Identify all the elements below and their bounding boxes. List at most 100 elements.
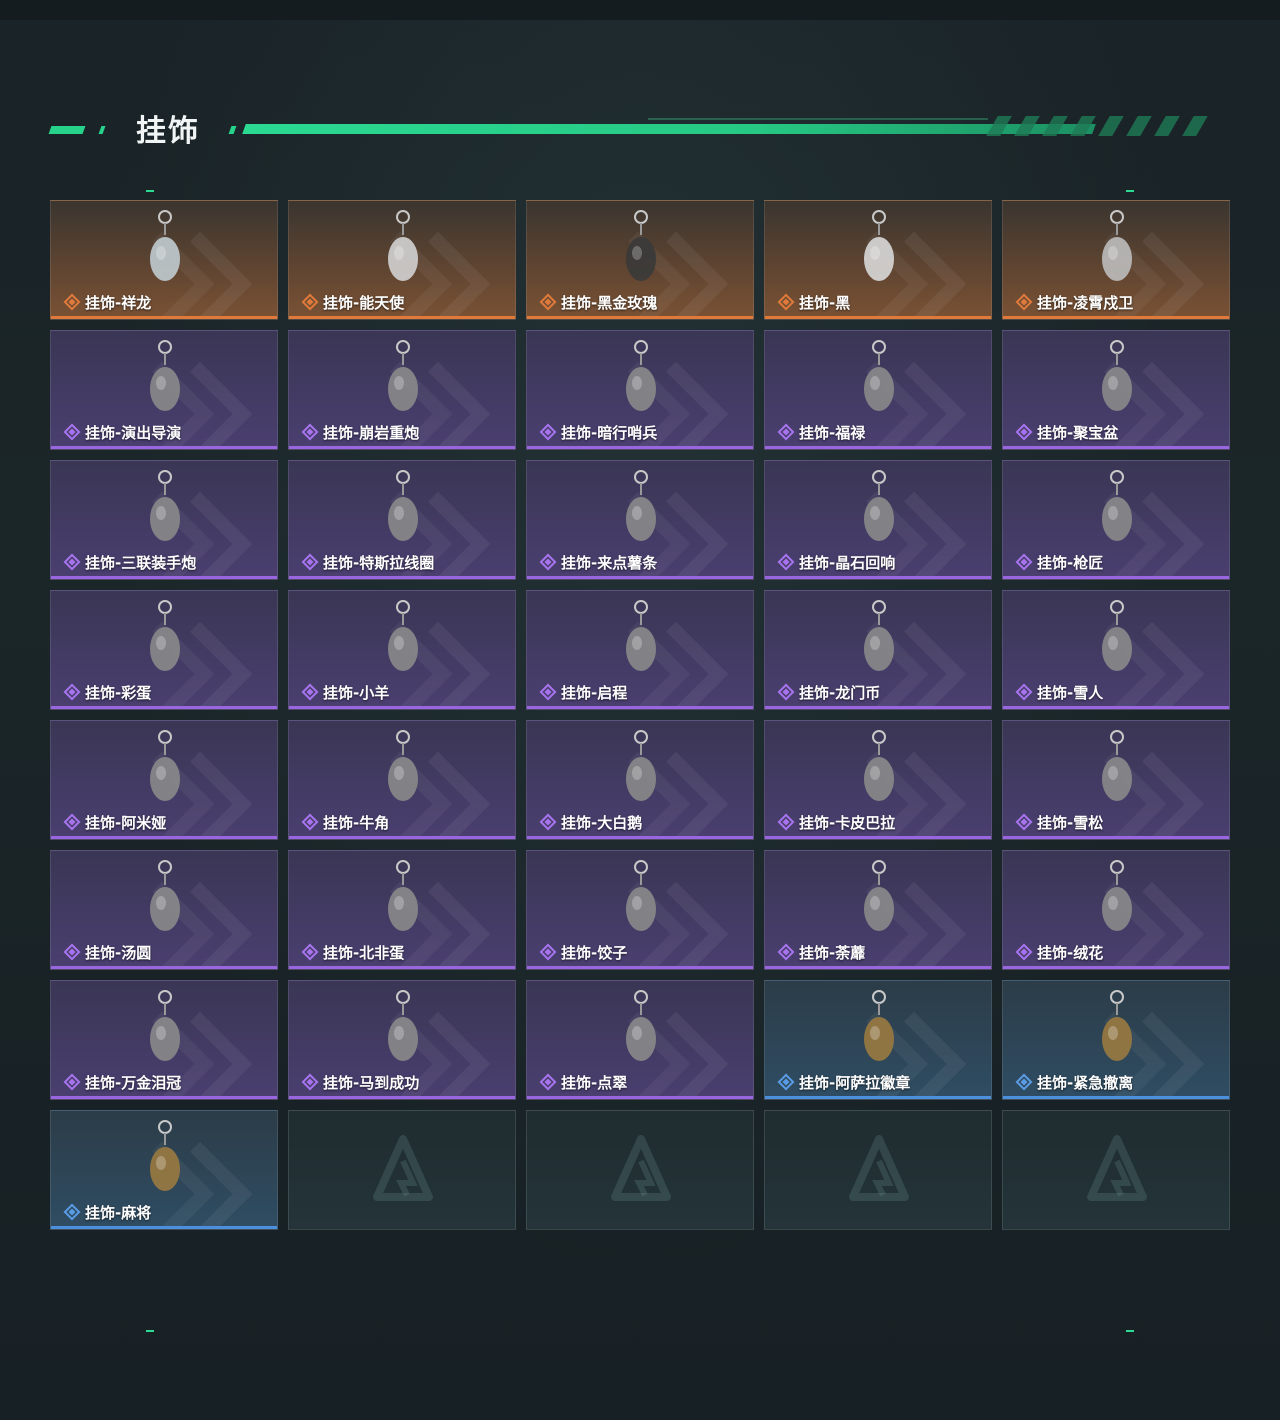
charm-card[interactable]: 挂饰-汤圆 (50, 850, 278, 970)
corner-tick (146, 1330, 154, 1332)
charm-card[interactable]: 挂饰-龙门币 (764, 590, 992, 710)
charm-card[interactable]: 挂饰-聚宝盆 (1002, 330, 1230, 450)
skull-charm-icon (1097, 987, 1137, 1071)
rarity-purple-icon (1015, 813, 1033, 831)
charm-card[interactable]: 挂饰-阿米娅 (50, 720, 278, 840)
charm-label: 挂饰-龙门币 (799, 684, 881, 702)
charm-card[interactable]: 挂饰-阿萨拉徽章 (764, 980, 992, 1100)
charm-card[interactable]: 挂饰-黑 (764, 200, 992, 320)
snowman-charm-icon (1097, 597, 1137, 681)
header-checker-pattern (986, 116, 1208, 136)
rarity-purple-icon (63, 553, 81, 571)
charm-card[interactable]: 挂饰-紧急撤离 (1002, 980, 1230, 1100)
rarity-bar (765, 966, 991, 969)
rose-charm-icon (621, 207, 661, 291)
gunsmith-charm-icon (1097, 467, 1137, 551)
charm-label: 挂饰-饺子 (561, 944, 628, 962)
rarity-bar (51, 1096, 277, 1099)
charm-card[interactable]: 挂饰-来点薯条 (526, 460, 754, 580)
charm-card[interactable]: 挂饰-小羊 (288, 590, 516, 710)
charm-label: 挂饰-点翠 (561, 1074, 628, 1092)
rarity-bar (51, 836, 277, 839)
rarity-bar (289, 576, 515, 579)
charm-card[interactable]: 挂饰-晶石回响 (764, 460, 992, 580)
section-title: 挂饰 (136, 114, 200, 149)
rarity-purple-icon (301, 813, 319, 831)
charm-label: 挂饰-崩岩重炮 (323, 424, 420, 442)
tree-charm-icon (1097, 727, 1137, 811)
charm-card[interactable]: 挂饰-大白鹅 (526, 720, 754, 840)
rarity-bar (527, 316, 753, 319)
horns-charm-icon (383, 727, 423, 811)
mahjong-charm-icon (145, 1117, 185, 1201)
badge-charm-icon (859, 987, 899, 1071)
sheep-charm-icon (383, 597, 423, 681)
dumpling-bowl-charm-icon (145, 857, 185, 941)
figure-charm-icon (383, 337, 423, 421)
rarity-bar (289, 316, 515, 319)
charm-card[interactable]: 挂饰-能天使 (288, 200, 516, 320)
rarity-bar (1003, 316, 1229, 319)
charm-label: 挂饰-演出导演 (85, 424, 182, 442)
section-header: 挂饰 (48, 104, 1208, 149)
charm-card[interactable]: 挂饰-雪松 (1002, 720, 1230, 840)
charm-label: 挂饰-阿米娅 (85, 814, 167, 832)
rarity-bar (51, 1226, 277, 1229)
charm-card[interactable]: 挂饰-北非蛋 (288, 850, 516, 970)
charm-card[interactable]: 挂饰-万金泪冠 (50, 980, 278, 1100)
rarity-purple-icon (539, 683, 557, 701)
charm-card[interactable]: 挂饰-崩岩重炮 (288, 330, 516, 450)
charm-card[interactable]: 挂饰-雪人 (1002, 590, 1230, 710)
charm-card[interactable]: 挂饰-绒花 (1002, 850, 1230, 970)
rarity-orange-icon (1015, 293, 1033, 311)
charm-card[interactable]: 挂饰-牛角 (288, 720, 516, 840)
rarity-bar (51, 576, 277, 579)
charm-card[interactable]: 挂饰-启程 (526, 590, 754, 710)
charm-card[interactable]: 挂饰-暗行哨兵 (526, 330, 754, 450)
charm-card[interactable]: 挂饰-特斯拉线圈 (288, 460, 516, 580)
rarity-purple-icon (777, 813, 795, 831)
charm-card[interactable]: 挂饰-祥龙 (50, 200, 278, 320)
charm-card[interactable]: 挂饰-福禄 (764, 330, 992, 450)
charm-card[interactable]: 挂饰-黑金玫瑰 (526, 200, 754, 320)
rarity-purple-icon (539, 553, 557, 571)
charm-label: 挂饰-特斯拉线圈 (323, 554, 435, 572)
rarity-purple-icon (777, 553, 795, 571)
charm-card[interactable]: 挂饰-三联装手炮 (50, 460, 278, 580)
charm-card[interactable]: 挂饰-麻将 (50, 1110, 278, 1230)
rarity-purple-icon (301, 423, 319, 441)
placeholder-logo-icon (1087, 1135, 1147, 1205)
charm-label: 挂饰-马到成功 (323, 1074, 420, 1092)
charm-label: 挂饰-祥龙 (85, 294, 152, 312)
rarity-purple-icon (777, 943, 795, 961)
charm-label: 挂饰-启程 (561, 684, 628, 702)
card-charm-icon (383, 207, 423, 291)
empty-slot (526, 1110, 754, 1230)
card-charm-icon (859, 207, 899, 291)
rabbit-charm-icon (145, 727, 185, 811)
charm-label: 挂饰-来点薯条 (561, 554, 658, 572)
charm-card[interactable]: 挂饰-枪匠 (1002, 460, 1230, 580)
rarity-bar (289, 446, 515, 449)
charm-card[interactable]: 挂饰-凌霄戍卫 (1002, 200, 1230, 320)
rarity-blue-icon (63, 1203, 81, 1221)
charm-card[interactable]: 挂饰-饺子 (526, 850, 754, 970)
placeholder-logo-icon (849, 1135, 909, 1205)
goose-charm-icon (621, 727, 661, 811)
rarity-bar (289, 706, 515, 709)
charm-card[interactable]: 挂饰-点翠 (526, 980, 754, 1100)
figure-charm-icon (145, 337, 185, 421)
rarity-orange-icon (63, 293, 81, 311)
charm-card[interactable]: 挂饰-演出导演 (50, 330, 278, 450)
dragon-charm-icon (145, 207, 185, 291)
charm-card[interactable]: 挂饰-卡皮巴拉 (764, 720, 992, 840)
charm-card[interactable]: 挂饰-马到成功 (288, 980, 516, 1100)
charm-card[interactable]: 挂饰-彩蛋 (50, 590, 278, 710)
rarity-purple-icon (63, 1073, 81, 1091)
header-accent-line (242, 124, 1096, 134)
rarity-bar (1003, 1096, 1229, 1099)
empty-slot (764, 1110, 992, 1230)
placeholder-logo-icon (611, 1135, 671, 1205)
charm-card[interactable]: 挂饰-荼蘼 (764, 850, 992, 970)
rarity-blue-icon (1015, 1073, 1033, 1091)
